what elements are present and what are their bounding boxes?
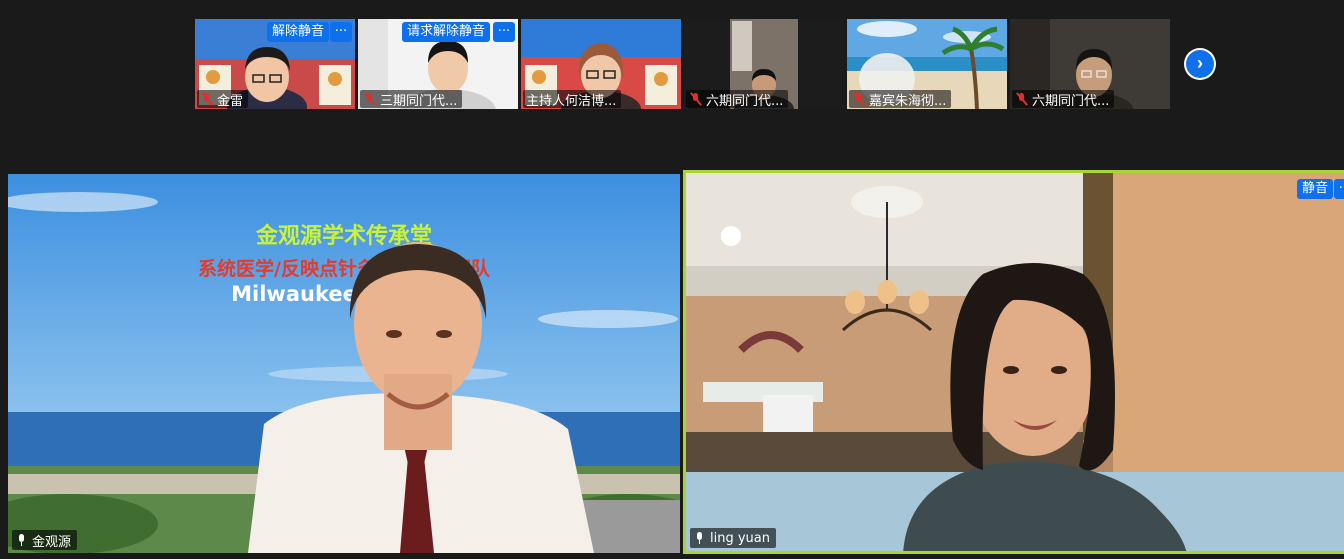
participant-name-label: 金雷 [197, 90, 249, 109]
mic-muted-icon [1015, 92, 1029, 106]
more-options-button[interactable]: ··· [1334, 179, 1344, 199]
participant-name-label: 嘉宾朱海彻... [849, 90, 952, 109]
participant-name-label: 六期同门代... [1012, 90, 1115, 109]
chevron-right-icon: › [1186, 50, 1214, 78]
mic-icon [16, 533, 28, 547]
more-options-button[interactable]: ··· [330, 22, 352, 42]
mic-muted-icon [363, 92, 377, 106]
participant-thumbnail[interactable]: 解除静音 ··· 金雷 [195, 19, 355, 109]
active-speaker-tile[interactable]: 静音 ··· ling yuan [683, 170, 1344, 554]
participant-name-label: ling yuan [690, 528, 776, 548]
participant-name-label: 主持人何洁博... [523, 90, 622, 109]
mic-muted-icon [200, 92, 214, 106]
participant-name: 六期同门代... [1032, 93, 1110, 109]
main-video-tile[interactable]: 金观源学术传承堂 系统医学/反映点针灸国际科研团队 Milwaukee 金观源 [8, 174, 680, 553]
participant-thumbnail[interactable]: 嘉宾朱海彻... [847, 19, 1007, 109]
participant-thumbnail[interactable]: 主持人何洁博... [521, 19, 681, 109]
mic-icon [694, 531, 706, 545]
mic-muted-icon [852, 92, 866, 106]
participant-name: 三期同门代... [380, 93, 458, 109]
participant-name: 嘉宾朱海彻... [869, 93, 947, 109]
participant-thumbnail[interactable]: 请求解除静音 ··· 三期同门代... [358, 19, 518, 109]
request-unmute-button[interactable]: 请求解除静音 [402, 22, 491, 42]
participant-name: ling yuan [710, 530, 770, 546]
participant-thumbnail[interactable]: 六期同门代... [684, 19, 844, 109]
speaker-video [686, 173, 1344, 551]
speaker-video [248, 242, 594, 553]
participant-name-label: 六期同门代... [686, 90, 789, 109]
next-page-button[interactable]: › [1184, 48, 1216, 80]
participant-name: 金观源 [32, 534, 72, 550]
participant-name: 主持人何洁博... [526, 93, 617, 109]
mute-button[interactable]: 静音 [1297, 179, 1334, 199]
participant-name: 金雷 [217, 93, 244, 109]
participant-name-label: 三期同门代... [360, 90, 463, 109]
mic-muted-icon [689, 92, 703, 106]
unmute-button[interactable]: 解除静音 [267, 22, 330, 42]
participant-name: 六期同门代... [706, 93, 784, 109]
more-options-button[interactable]: ··· [493, 22, 515, 42]
participant-thumbnail[interactable]: 六期同门代... [1010, 19, 1170, 109]
participant-name-label: 金观源 [12, 530, 78, 550]
